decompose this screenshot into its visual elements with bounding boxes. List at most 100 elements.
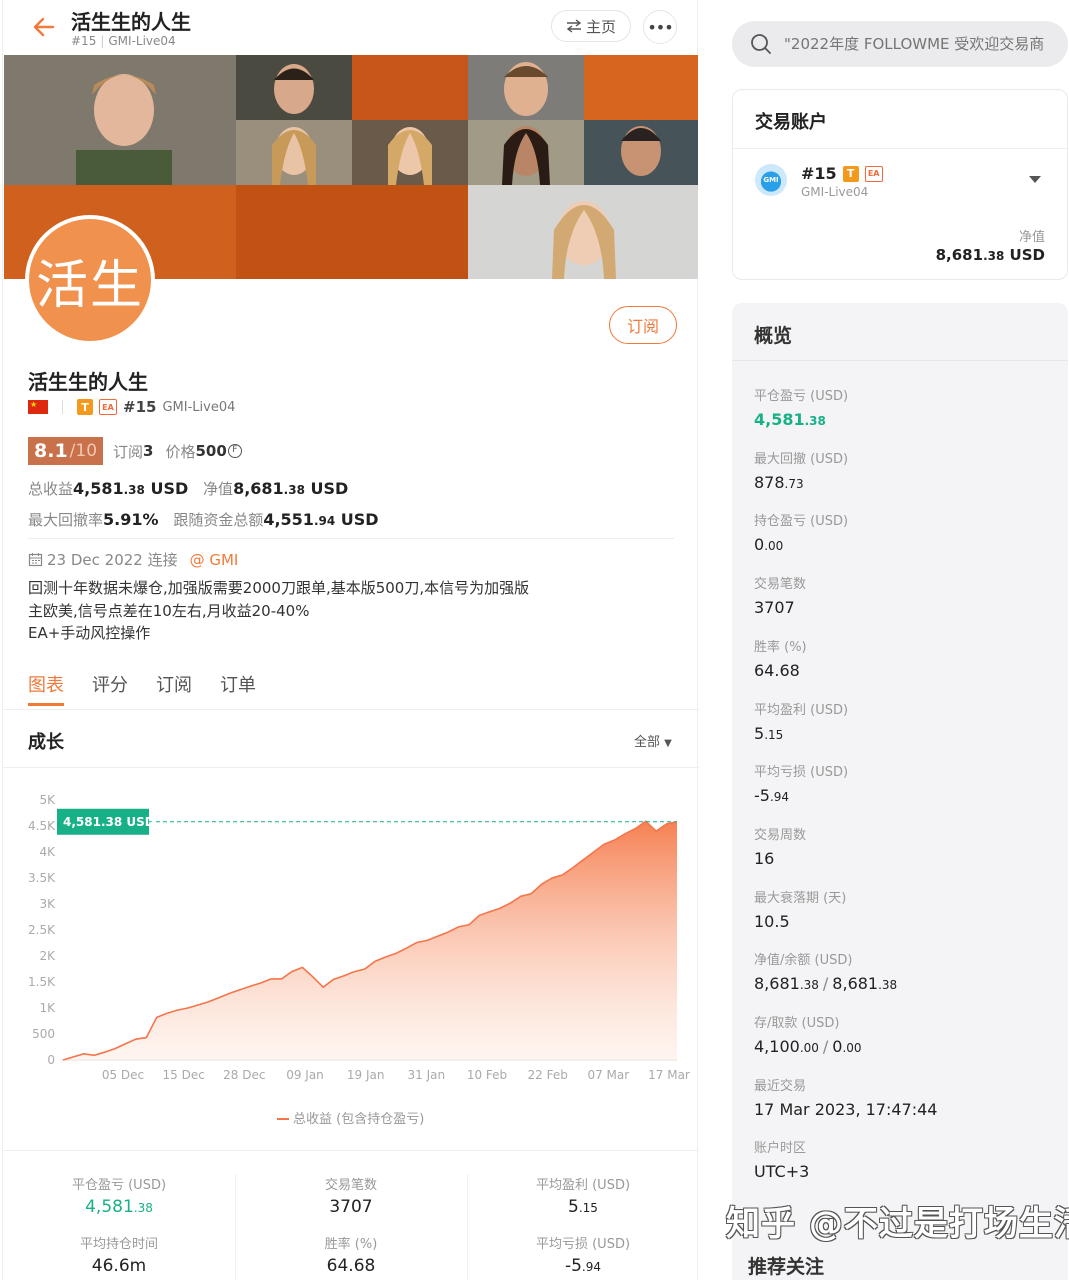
- chevron-down-icon[interactable]: [1029, 176, 1041, 183]
- score-value: 8.1: [34, 440, 68, 462]
- value-decimal-2: .38: [878, 978, 898, 993]
- bottom-stat: 平均盈利 (USD) 5.15: [467, 1174, 699, 1217]
- back-arrow-icon[interactable]: [31, 14, 57, 40]
- bottom-stat: 平均持仓时间 46.6m: [3, 1233, 235, 1276]
- stat-value: 5.15: [467, 1197, 699, 1217]
- broker-link[interactable]: @ GMI: [190, 551, 239, 569]
- overview-label: 平均盈利 (USD): [754, 702, 849, 718]
- growth-filter-dropdown[interactable]: 全部 ▼: [634, 731, 672, 750]
- y-tick-label: 0: [47, 1053, 55, 1067]
- tab-bar: 图表 评分 订阅 订单: [28, 671, 256, 697]
- y-tick-label: 1K: [39, 1001, 56, 1015]
- more-icon: •••: [647, 17, 673, 37]
- stat-main: 5: [568, 1197, 579, 1217]
- value-main: 64.68: [754, 660, 800, 680]
- connection-info: 23 Dec 2022 连接 @ GMI: [28, 549, 238, 570]
- total-profit-label: 总收益: [28, 480, 74, 498]
- overview-value: -5.94: [754, 786, 848, 805]
- value-main-2: 8,681: [832, 974, 879, 994]
- drawdown-line: 最大回撤率5.91% 跟随资金总额4,551.94 USD: [28, 509, 379, 530]
- stat-decimal: .94: [581, 1260, 602, 1274]
- home-button[interactable]: 主页: [551, 10, 631, 42]
- value-separator: /: [822, 1037, 829, 1056]
- overview-label: 持仓盈亏 (USD): [754, 514, 849, 530]
- value-decimal: .00: [764, 539, 784, 554]
- last-value-label: 4,581.38 USD: [63, 815, 155, 829]
- x-tick-label: 19 Jan: [347, 1068, 385, 1082]
- price-label: 价格: [165, 442, 196, 461]
- overview-title: 概览: [754, 325, 793, 347]
- stat-value: 46.6m: [3, 1256, 235, 1276]
- overview-value: 4,581.38: [754, 410, 848, 429]
- overview-item: 平仓盈亏 (USD) 4,581.38: [754, 385, 848, 429]
- badge-t: T: [842, 165, 859, 182]
- overview-item: 存/取款 (USD) 4,100.00/0.00: [754, 1012, 862, 1056]
- overview-item: 最大回撤 (USD) 878.73: [754, 448, 848, 492]
- score-max: /10: [69, 441, 98, 461]
- growth-chart: 0 500 1K 1.5K 2K 2.5K 3K 3.5K 4K 4.5K 5K 05 Dec 15 …: [28, 793, 690, 1127]
- server-name: GMI-Live04: [108, 34, 176, 48]
- stat-label: 交易笔数: [324, 1178, 377, 1193]
- value-main: 8,681: [754, 974, 800, 994]
- value-main: 4,100: [754, 1037, 800, 1056]
- overview-label: 交易周数: [754, 827, 807, 843]
- account-selector[interactable]: #15 T EA: [801, 164, 883, 183]
- tab-chart[interactable]: 图表: [28, 671, 64, 697]
- avatar: 活生: [25, 215, 155, 345]
- y-tick-label: 5K: [39, 793, 56, 807]
- subs-label: 订阅: [113, 442, 144, 461]
- stat-value: 64.68: [235, 1256, 467, 1276]
- connected-date: 23 Dec 2022 连接: [47, 551, 178, 569]
- equity-decimal: .38: [983, 249, 1005, 263]
- score-row: 8.1/10 订阅 3 价格 500 F: [28, 437, 242, 465]
- value-main-2: 0: [832, 1037, 843, 1056]
- stat-label: 平均盈利 (USD): [535, 1178, 631, 1193]
- stat-label: 胜率 (%): [324, 1237, 378, 1252]
- tab-subscription[interactable]: 订阅: [156, 671, 192, 697]
- growth-area: [63, 821, 677, 1060]
- stat-value: 3707: [235, 1197, 467, 1217]
- account-number: #15: [71, 34, 97, 48]
- watermark: 知乎 @不过是打场生活: [726, 1204, 1069, 1244]
- divider: [3, 767, 699, 768]
- overview-value: UTC+3: [754, 1162, 809, 1181]
- search-icon: [751, 34, 771, 54]
- account-number: #15: [123, 398, 157, 416]
- gmi-logo-icon: GMI: [755, 164, 787, 196]
- value-decimal: .00: [799, 1041, 819, 1055]
- overview-value: 878.73: [754, 473, 848, 492]
- overview-label: 最大衰落期 (天): [754, 890, 847, 906]
- stat-main: 4,581: [85, 1197, 134, 1217]
- overview-item: 交易笔数 3707: [754, 573, 806, 617]
- subs-value: 3: [143, 442, 154, 460]
- y-tick-label: 2K: [39, 949, 56, 963]
- profile-name: 活生生的人生: [28, 370, 148, 394]
- profit-line: 总收益4,581.38 USD 净值8,681.38 USD: [28, 478, 348, 499]
- overview-item: 交易周数 16: [754, 824, 806, 868]
- badge-ea: EA: [864, 165, 883, 182]
- overview-value: 8,681.38/8,681.38: [754, 974, 897, 993]
- search-bar[interactable]: [732, 21, 1068, 67]
- top-bar: 活生生的人生 #15 | GMI-Live04 主页 •••: [3, 0, 699, 55]
- overview-item: 胜率 (%) 64.68: [754, 636, 807, 680]
- subscribe-button[interactable]: 订阅: [609, 306, 677, 344]
- more-button[interactable]: •••: [643, 10, 677, 44]
- overview-card: 概览 平仓盈亏 (USD) 4,581.38 最大回撤 (USD) 878.73 持仓盈…: [732, 303, 1068, 1280]
- tab-orders[interactable]: 订单: [220, 671, 256, 697]
- overview-item: 平均亏损 (USD) -5.94: [754, 761, 848, 805]
- divider: [28, 538, 674, 539]
- value-separator: /: [822, 974, 829, 994]
- description-line: EA+手动风控操作: [28, 624, 151, 642]
- profile-description: 回测十年数据未爆仓,加强版需要2000刀跟单,基本版500刀,本信号为加强版 主…: [28, 577, 529, 645]
- search-input[interactable]: [784, 21, 1060, 67]
- overview-label: 净值/余额 (USD): [754, 953, 853, 969]
- x-tick-label: 17 Mar: [648, 1068, 690, 1082]
- tab-rating[interactable]: 评分: [92, 671, 128, 697]
- x-tick-label: 22 Feb: [527, 1068, 567, 1082]
- x-tick-label: 31 Jan: [408, 1068, 446, 1082]
- stat-main: 64.68: [326, 1256, 376, 1276]
- x-tick-label: 15 Dec: [163, 1068, 205, 1082]
- stat-decimal: .15: [578, 1201, 598, 1215]
- overview-label: 最大回撤 (USD): [754, 451, 849, 467]
- equity-unit: USD: [1004, 246, 1045, 264]
